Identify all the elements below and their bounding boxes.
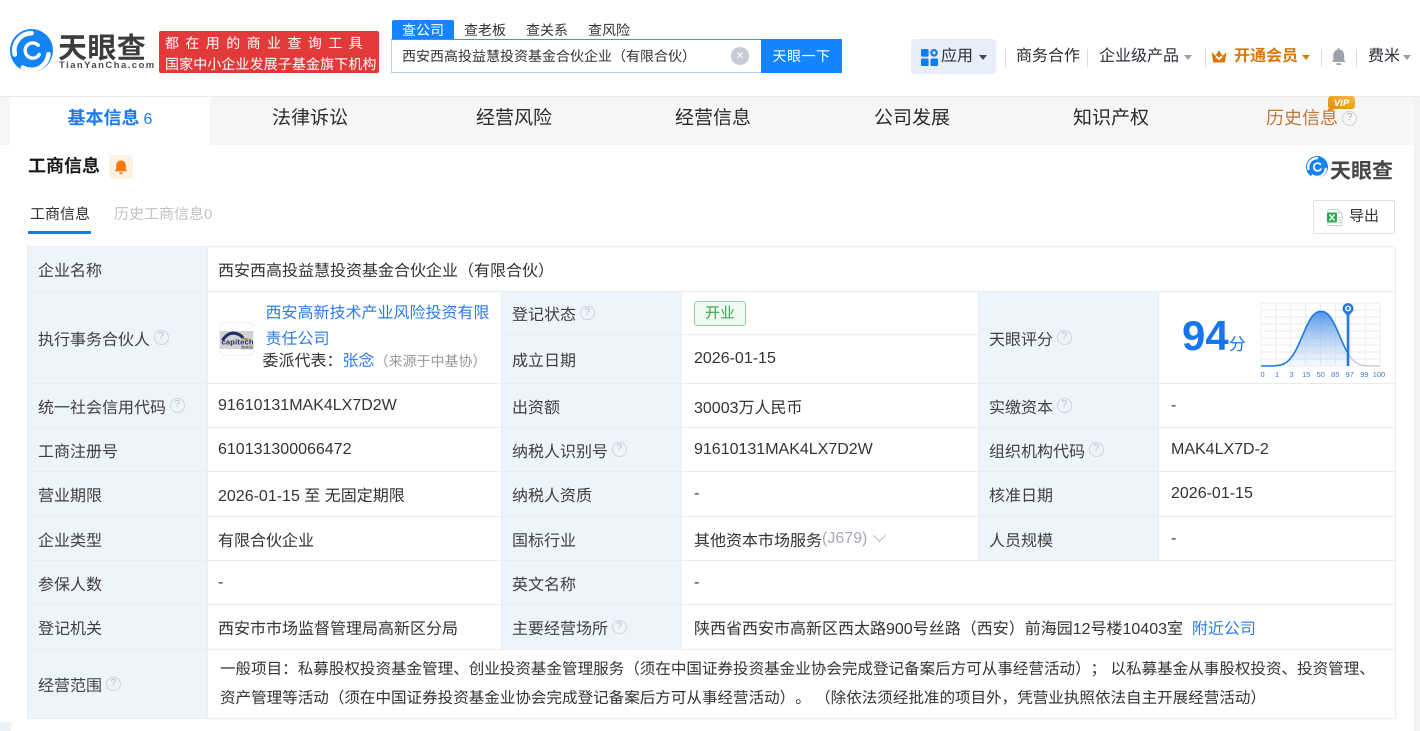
svg-text:3: 3 (1290, 370, 1294, 379)
svg-text:15: 15 (1302, 370, 1310, 379)
svg-text:99: 99 (1360, 370, 1368, 379)
svg-text:100: 100 (1373, 370, 1385, 379)
svg-text:西高投: 西高投 (241, 345, 253, 350)
svg-text:VIP: VIP (1334, 98, 1350, 109)
svg-text:85: 85 (1331, 370, 1339, 379)
svg-text:50: 50 (1317, 370, 1325, 379)
svg-text:1: 1 (1275, 370, 1279, 379)
svg-text:0: 0 (1260, 370, 1264, 379)
svg-text:97: 97 (1346, 370, 1354, 379)
